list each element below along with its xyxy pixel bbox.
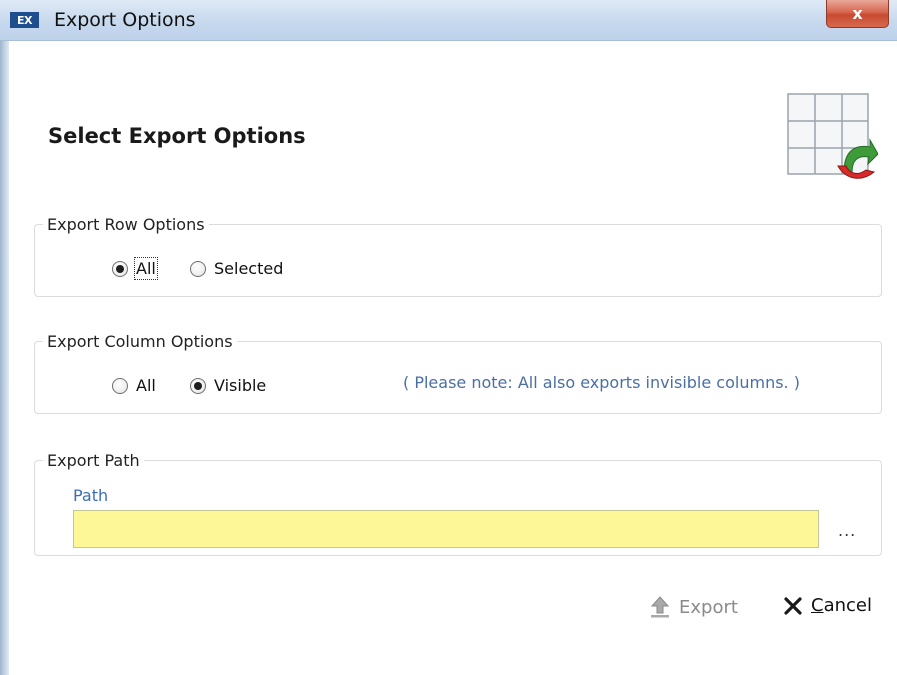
column-all-label: All (136, 376, 156, 395)
cancel-label: Cancel (811, 595, 872, 616)
export-button[interactable]: Export (649, 595, 738, 619)
column-options-group: Export Column Options All Visible ( Plea… (34, 332, 882, 414)
close-icon: x (852, 4, 863, 23)
export-path-title: Export Path (43, 451, 144, 471)
column-options-title: Export Column Options (43, 332, 237, 352)
radio-button[interactable] (112, 377, 128, 394)
window-title: Export Options (54, 9, 196, 31)
close-button[interactable]: x (826, 0, 889, 28)
path-input[interactable] (73, 510, 819, 548)
x-icon (784, 596, 802, 615)
radio-button[interactable] (112, 260, 128, 277)
upload-arrow-icon (650, 596, 670, 618)
window-frame (0, 0, 9, 675)
app-icon: EX (10, 12, 39, 28)
path-label: Path (73, 486, 109, 505)
column-options-note: ( Please note: All also exports invisibl… (403, 373, 800, 392)
radio-button[interactable] (190, 260, 206, 277)
dialog-heading: Select Export Options (48, 124, 306, 148)
row-selected-radio[interactable]: Selected (190, 259, 283, 278)
column-visible-radio[interactable]: Visible (190, 376, 266, 395)
row-selected-label: Selected (214, 259, 284, 278)
row-all-radio[interactable]: All (112, 257, 158, 280)
row-all-label: All (134, 257, 158, 280)
export-grid-icon (787, 93, 878, 179)
row-options-title: Export Row Options (43, 215, 209, 235)
browse-button[interactable]: ... (838, 521, 856, 540)
cancel-button[interactable]: Cancel (783, 595, 872, 616)
row-options-group: Export Row Options All Selected (34, 215, 882, 297)
radio-button[interactable] (190, 377, 206, 394)
column-all-radio[interactable]: All (112, 376, 156, 395)
column-visible-label: Visible (214, 376, 267, 395)
export-label: Export (679, 596, 738, 618)
export-path-group: Export Path Path ... (34, 451, 882, 556)
title-bar[interactable]: EX Export Options x (0, 0, 897, 41)
